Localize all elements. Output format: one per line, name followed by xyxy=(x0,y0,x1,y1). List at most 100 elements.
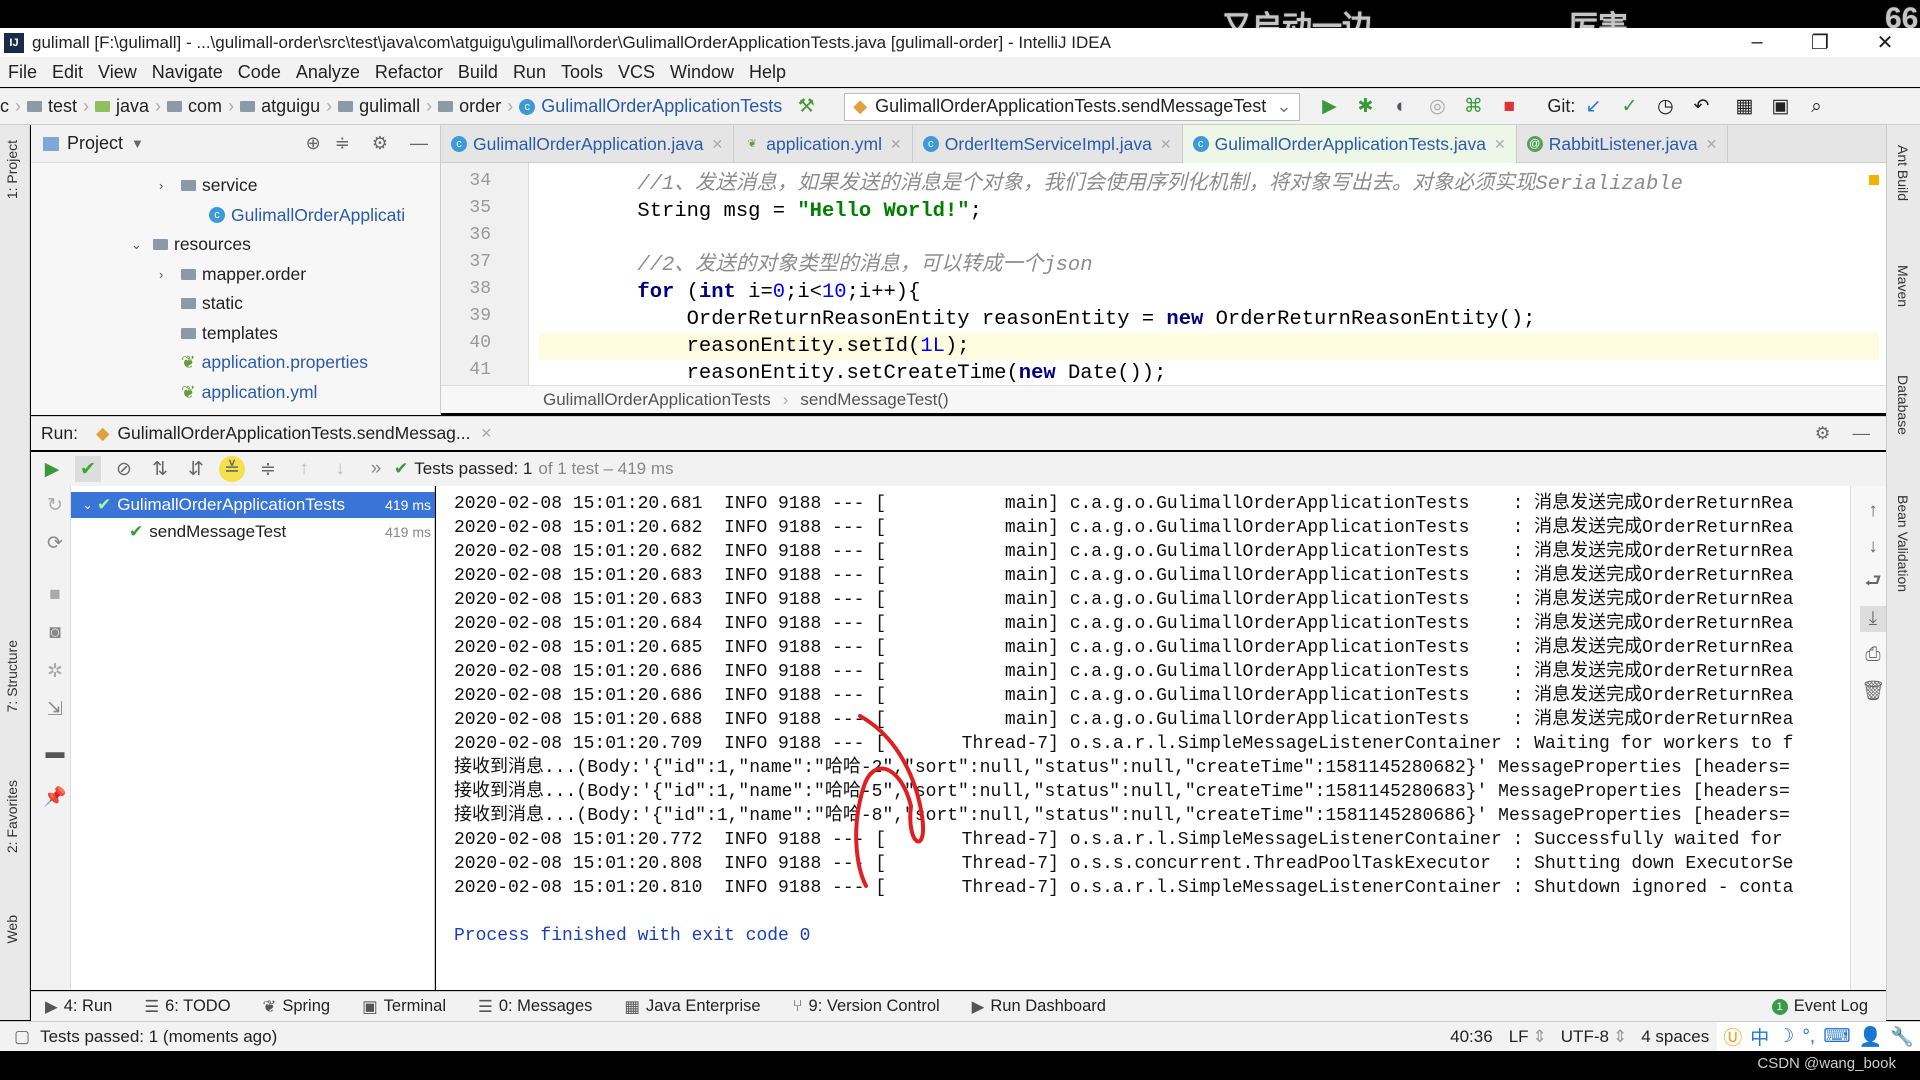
breadcrumb-item[interactable]: order xyxy=(438,96,501,117)
bottom-tab-java-enterprise[interactable]: ▦ Java Enterprise xyxy=(624,997,760,1017)
toggle-tool-windows-icon[interactable]: ▢ xyxy=(14,1027,30,1047)
coverage-icon[interactable]: ◐ xyxy=(1388,94,1414,120)
tree-item-application-properties[interactable]: ❦ application.properties xyxy=(159,348,368,377)
file-encoding[interactable]: UTF-8 xyxy=(1561,1027,1609,1047)
moon-icon[interactable]: ☽ xyxy=(1777,1025,1794,1048)
punctuation-icon[interactable]: °, xyxy=(1802,1026,1815,1048)
bottom-tab-4-run[interactable]: ▶ 4: Run xyxy=(45,997,112,1017)
more-icon[interactable]: » xyxy=(363,456,389,482)
close-tab-icon[interactable]: ✕ xyxy=(1160,136,1172,153)
ime-language[interactable]: 中 xyxy=(1750,1023,1769,1050)
tree-item-application-yml[interactable]: ❦ application.yml xyxy=(159,378,317,407)
tree-item-templates[interactable]: templates xyxy=(159,319,278,348)
tab-orderitemserviceimpl-java[interactable]: c OrderItemServiceImpl.java ✕ xyxy=(913,125,1183,163)
hide-icon[interactable]: — xyxy=(410,133,428,154)
git-update-icon[interactable]: ↙ xyxy=(1580,94,1606,120)
close-button[interactable]: ✕ xyxy=(1860,28,1910,57)
run-icon[interactable]: ▶ xyxy=(1316,94,1342,120)
breadcrumb-method[interactable]: sendMessageTest() xyxy=(800,390,948,410)
test-node[interactable]: ⌄ ✔ GulimallOrderApplicationTests 419 ms xyxy=(71,492,435,518)
bottom-tab-9-version-control[interactable]: ⑂ 9: Version Control xyxy=(793,997,940,1017)
bottom-tab-spring[interactable]: ❦ Spring xyxy=(263,997,331,1017)
code-editor[interactable]: 34 35 36 37 38 39 40 41 //1、发送消息，如果发送的消息是个对象，我们… xyxy=(441,163,1886,385)
minimize-button[interactable]: – xyxy=(1732,28,1782,57)
build-hammer-icon[interactable]: ⚒ xyxy=(793,94,819,120)
tree-item-gulimallorderapplicati[interactable]: c GulimallOrderApplicati xyxy=(187,201,405,230)
structure-tool-button[interactable]: 7: Structure xyxy=(4,640,20,712)
show-passed-icon[interactable]: ✔ xyxy=(75,456,101,482)
maximize-button[interactable]: ❐ xyxy=(1795,28,1845,57)
menu-file[interactable]: File xyxy=(8,62,37,83)
run-tab[interactable]: GulimallOrderApplicationTests.sendMessag… xyxy=(117,423,470,444)
web-tool-button[interactable]: Web xyxy=(4,915,20,944)
menu-build[interactable]: Build xyxy=(458,62,498,83)
run-config-select[interactable]: ◆ GulimallOrderApplicationTests.sendMess… xyxy=(844,92,1301,121)
event-log-button[interactable]: 1 Event Log xyxy=(1771,997,1868,1016)
history-icon[interactable]: ◷ xyxy=(1652,94,1678,120)
close-tab-icon[interactable]: ✕ xyxy=(481,425,493,442)
attach-debugger-icon[interactable]: ⌘ xyxy=(1460,94,1486,120)
tree-item-service[interactable]: › service xyxy=(159,171,257,200)
favorites-tool-button[interactable]: 2: Favorites xyxy=(4,780,20,853)
stop-icon[interactable]: ■ xyxy=(42,582,68,608)
console-output[interactable]: 2020-02-08 15:01:20.681 INFO 9188 --- [ … xyxy=(436,486,1850,990)
breadcrumb-class[interactable]: GulimallOrderApplicationTests xyxy=(543,390,771,410)
keyboard-icon[interactable]: ⌨ xyxy=(1823,1025,1850,1048)
tab-gulimallorderapplication-java[interactable]: c GulimallOrderApplication.java ✕ xyxy=(441,125,735,163)
layout-icon[interactable]: ▬ xyxy=(42,740,68,766)
settings-icon[interactable]: ✲ xyxy=(42,658,68,684)
bottom-tab-run-dashboard[interactable]: ▶ Run Dashboard xyxy=(972,997,1106,1017)
tree-item-static[interactable]: static xyxy=(159,289,243,318)
show-ignored-icon[interactable]: ⊘ xyxy=(111,456,137,482)
menu-refactor[interactable]: Refactor xyxy=(375,62,443,83)
rerun-failed-icon[interactable]: ↻ xyxy=(42,492,68,518)
project-structure-icon[interactable]: ▦ xyxy=(1731,94,1757,120)
menu-window[interactable]: Window xyxy=(670,62,734,83)
debug-icon[interactable]: ✱ xyxy=(1352,94,1378,120)
tree-item-resources[interactable]: ⌄ resources xyxy=(131,230,251,259)
breadcrumb-item[interactable]: test xyxy=(27,96,77,117)
scroll-up-icon[interactable]: ↑ xyxy=(1860,498,1886,524)
bottom-tab-0-messages[interactable]: ☰ 0: Messages xyxy=(478,997,592,1017)
bottom-tab-terminal[interactable]: ▣ Terminal xyxy=(362,997,446,1017)
test-node[interactable]: ✔ sendMessageTest 419 ms xyxy=(71,519,435,545)
breadcrumb-item[interactable]: atguigu xyxy=(240,96,320,117)
bean-validation-tool-button[interactable]: Bean Validation xyxy=(1895,495,1911,592)
indent-setting[interactable]: 4 spaces xyxy=(1641,1027,1709,1047)
print-icon[interactable]: ⎙ xyxy=(1860,642,1886,668)
camera-icon[interactable]: ◙ xyxy=(42,620,68,646)
breadcrumb-item[interactable]: c GulimallOrderApplicationTests xyxy=(519,96,782,117)
menu-code[interactable]: Code xyxy=(238,62,281,83)
soft-wrap-icon[interactable]: ⮐ xyxy=(1860,570,1886,596)
menu-view[interactable]: View xyxy=(98,62,137,83)
pin-icon[interactable]: 📌 xyxy=(42,784,68,810)
expand-all-icon[interactable]: ≚ xyxy=(219,456,245,482)
search-icon[interactable]: ⌕ xyxy=(1803,94,1829,120)
sort-alpha-icon[interactable]: ⇅ xyxy=(147,456,173,482)
next-test-icon[interactable]: ↓ xyxy=(327,456,353,482)
tab-rabbitlistener-java[interactable]: @ RabbitListener.java ✕ xyxy=(1517,125,1729,163)
menu-run[interactable]: Run xyxy=(513,62,546,83)
project-view-select[interactable]: Project xyxy=(67,133,123,154)
caret-position[interactable]: 40:36 xyxy=(1450,1027,1493,1047)
menu-navigate[interactable]: Navigate xyxy=(152,62,223,83)
menu-help[interactable]: Help xyxy=(749,62,786,83)
menu-tools[interactable]: Tools xyxy=(561,62,603,83)
breadcrumb-item[interactable]: java xyxy=(95,96,149,117)
ant-build-tool-button[interactable]: Ant Build xyxy=(1895,145,1911,201)
profile-icon[interactable]: ◎ xyxy=(1424,94,1450,120)
user-icon[interactable]: 👤 xyxy=(1859,1025,1883,1049)
sort-duration-icon[interactable]: ⇵ xyxy=(183,456,209,482)
close-tab-icon[interactable]: ✕ xyxy=(1706,136,1718,153)
database-tool-button[interactable]: Database xyxy=(1895,375,1911,435)
revert-icon[interactable]: ↶ xyxy=(1688,94,1714,120)
gear-icon[interactable]: ⚙ xyxy=(1815,423,1831,444)
scroll-to-end-icon[interactable]: ⤓ xyxy=(1860,606,1886,632)
toggle-auto-test-icon[interactable]: ⟳ xyxy=(42,530,68,556)
close-tab-icon[interactable]: ✕ xyxy=(1494,136,1506,153)
maven-tool-button[interactable]: Maven xyxy=(1895,265,1911,307)
collapse-all-icon[interactable]: ≑ xyxy=(255,456,281,482)
bottom-tab-6-todo[interactable]: ☰ 6: TODO xyxy=(144,997,230,1017)
tab-application-yml[interactable]: ❦ application.yml ✕ xyxy=(734,125,913,163)
trash-icon[interactable]: 🗑 xyxy=(1860,678,1886,704)
